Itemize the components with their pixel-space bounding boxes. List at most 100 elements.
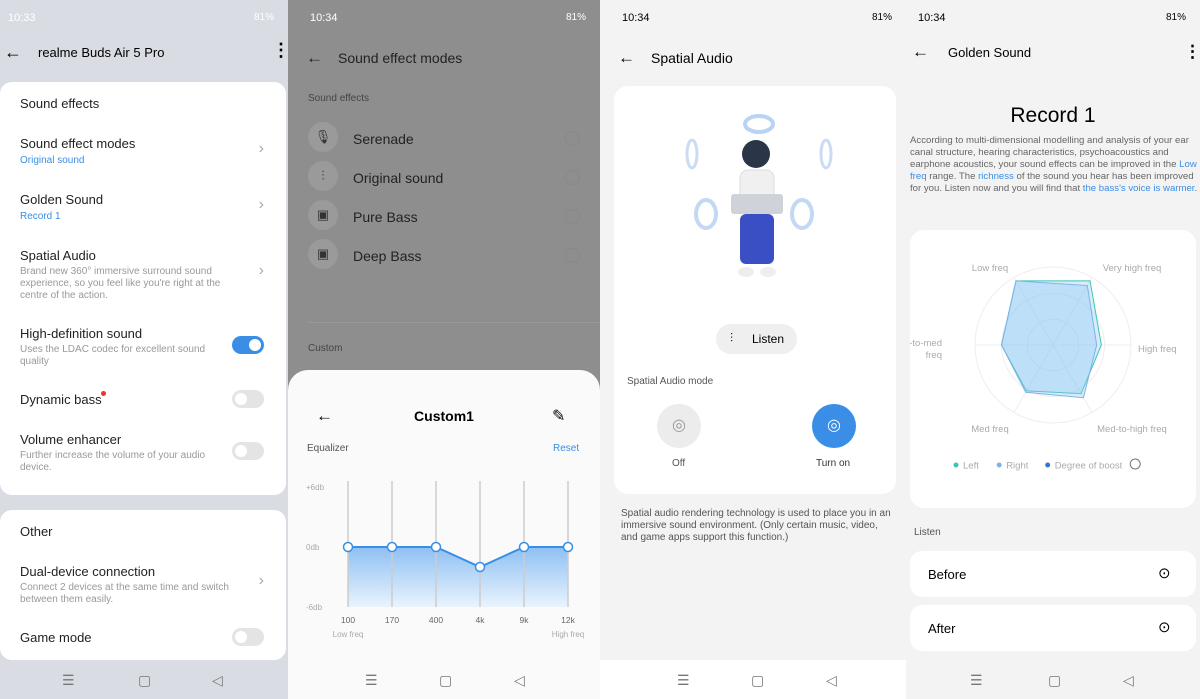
play-icon[interactable]: ⊙	[1158, 564, 1171, 582]
eq-band-handle[interactable]	[386, 541, 398, 553]
volume-enhancer-toggle[interactable]	[232, 442, 264, 460]
more-icon[interactable]: ⋮	[1184, 42, 1200, 62]
more-icon[interactable]: ⋮	[272, 40, 288, 61]
item-desc: Further increase the volume of your audi…	[20, 450, 206, 473]
dual-device-item[interactable]: Dual-device connection Connect 2 devices …	[0, 562, 286, 605]
chevron-right-icon: ›	[258, 196, 264, 213]
listen-button[interactable]: ⫶ Listen	[716, 324, 797, 354]
y-tick-label: -6db	[306, 603, 323, 612]
spatial-off-button[interactable]: ◎	[657, 404, 701, 448]
game-mode-toggle[interactable]	[232, 628, 264, 646]
nav-back-icon[interactable]: ◁	[212, 672, 223, 689]
sound-effects-card: Sound effects Sound effect modes Original…	[0, 82, 286, 495]
desc-highlight: richness	[978, 171, 1014, 182]
panel-golden-sound: 10:34 81% ← Golden Sound ⋮ Record 1 Acco…	[906, 0, 1200, 699]
info-icon[interactable]	[1129, 458, 1141, 470]
eq-band-handle[interactable]	[518, 541, 530, 553]
equalizer-chart[interactable]: +6db 0db -6db 100 170 400 4k 9k 12k Low freq High …	[288, 470, 600, 650]
x-tick-label: 400	[429, 615, 443, 625]
play-icon[interactable]: ⊙	[1158, 618, 1171, 636]
hd-sound-toggle[interactable]	[232, 336, 264, 354]
item-desc: Uses the LDAC codec for excellent sound …	[20, 344, 206, 367]
mode-item[interactable]: ⫶ Original sound	[288, 161, 600, 195]
nav-home-icon[interactable]: ▢	[138, 672, 151, 689]
sound-effect-modes-item[interactable]: Sound effect modes Original sound ›	[0, 132, 286, 172]
back-icon[interactable]: ←	[618, 48, 635, 68]
spatial-audio-item[interactable]: Spatial Audio Brand new 360° immersive su…	[0, 244, 286, 304]
eq-band-handle[interactable]	[474, 561, 486, 573]
panel-device-settings: 10:33 81% ← realme Buds Air 5 Pro ⋮ Soun…	[0, 0, 288, 699]
mode-label: Spatial Audio mode	[627, 376, 714, 387]
dynamic-bass-item: Dynamic bass	[0, 388, 286, 412]
section-label: Sound effects	[308, 93, 369, 104]
after-item[interactable]: After ⊙	[910, 605, 1196, 651]
hd-sound-item: High-definition sound Uses the LDAC codec…	[0, 322, 286, 367]
eq-band-handle[interactable]	[430, 541, 442, 553]
nav-menu-icon[interactable]: ☰	[365, 672, 378, 689]
item-label: Game mode	[20, 630, 92, 645]
microphone-icon: 🎙	[308, 122, 338, 152]
nav-back-icon[interactable]: ◁	[1123, 672, 1134, 689]
spatial-audio-card: ⫶ Listen Spatial Audio mode ◎ Off ◎ Turn …	[614, 86, 896, 494]
record-description: According to multi-dimensional modelling…	[910, 135, 1198, 195]
back-icon[interactable]: ←	[306, 48, 323, 68]
other-card: Other Dual-device connection Connect 2 de…	[0, 510, 286, 660]
spatial-on-button[interactable]: ◎	[812, 404, 856, 448]
after-label: After	[928, 621, 956, 636]
edit-icon[interactable]: ✎	[552, 406, 565, 426]
legend-dot	[953, 462, 959, 468]
reset-button[interactable]: Reset	[553, 443, 579, 454]
item-value: Original sound	[20, 155, 85, 166]
mode-radio[interactable]	[565, 248, 580, 263]
chevron-right-icon: ›	[258, 262, 264, 279]
golden-sound-item[interactable]: Golden Sound Record 1 ›	[0, 188, 286, 228]
radar-axis-label: Very high freq	[1103, 263, 1162, 274]
radar-axis-label: Med freq	[971, 424, 1009, 435]
nav-home-icon[interactable]: ▢	[751, 672, 764, 689]
radar-axis-label: Low-to-med	[910, 338, 942, 349]
mode-radio[interactable]	[565, 209, 580, 224]
before-label: Before	[928, 567, 967, 582]
x-tick-label: 170	[385, 615, 399, 625]
nav-menu-icon[interactable]: ☰	[970, 672, 983, 689]
mode-radio[interactable]	[565, 170, 580, 185]
x-tick-label: 100	[341, 615, 355, 625]
nav-menu-icon[interactable]: ☰	[62, 672, 75, 689]
page-title: Spatial Audio	[651, 50, 733, 66]
back-icon[interactable]: ←	[4, 42, 22, 63]
nav-menu-icon[interactable]: ☰	[677, 672, 690, 689]
status-time: 10:34	[918, 12, 946, 24]
x-axis-label-left: Low freq	[333, 630, 364, 639]
status-time: 10:34	[622, 12, 650, 24]
item-label: Dynamic bass	[20, 392, 102, 407]
item-label: Volume enhancer	[20, 432, 122, 447]
mode-label: Deep Bass	[353, 248, 422, 264]
before-item[interactable]: Before ⊙	[910, 551, 1196, 597]
eq-band-handle[interactable]	[342, 541, 354, 553]
nav-home-icon[interactable]: ▢	[439, 672, 452, 689]
panel-spatial-audio: 10:34 81% ← Spatial Audio ⫶ Listen Spatia…	[600, 0, 906, 699]
record-title: Record 1	[1010, 104, 1096, 127]
nav-back-icon[interactable]: ◁	[826, 672, 837, 689]
x-tick-label: 9k	[520, 615, 530, 625]
back-icon[interactable]: ←	[912, 42, 929, 62]
legend-dot	[996, 462, 1002, 468]
mode-item[interactable]: ▣ Deep Bass	[288, 239, 600, 273]
custom-eq-sheet: ← Custom1 ✎ Equalizer Reset +6db 0db -6db 1…	[288, 370, 600, 699]
speaker-icon: ▣	[308, 200, 338, 230]
mode-radio[interactable]	[565, 131, 580, 146]
chevron-right-icon: ›	[258, 572, 264, 589]
nav-back-icon[interactable]: ◁	[514, 672, 525, 689]
mode-item[interactable]: ▣ Pure Bass	[288, 200, 600, 234]
spatial-audio-illustration	[685, 114, 833, 277]
mode-item[interactable]: 🎙 Serenade	[288, 122, 600, 156]
speaker-icon: ▣	[308, 239, 338, 269]
dynamic-bass-toggle[interactable]	[232, 390, 264, 408]
radar-axis-label: freq	[926, 350, 942, 361]
waveform-icon: ⫶	[730, 331, 734, 345]
mode-label: Pure Bass	[353, 209, 418, 225]
legend-label: Right	[1006, 461, 1029, 472]
eq-band-handle[interactable]	[562, 541, 574, 553]
radar-axis-label: Low freq	[972, 263, 1008, 274]
nav-home-icon[interactable]: ▢	[1048, 672, 1061, 689]
